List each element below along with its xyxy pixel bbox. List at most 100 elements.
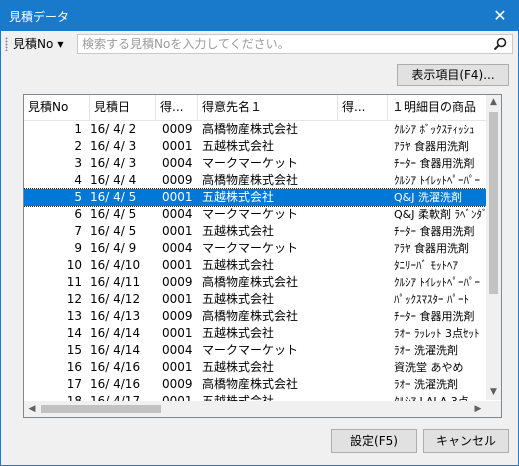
cell-date: 16/ 4/16 xyxy=(90,377,141,391)
cell-customer-code2 xyxy=(342,121,390,138)
table-row[interactable]: 3 16/ 4/ 3 0004 マークマーケット ﾁｰﾀｰ 食器用洗剤 xyxy=(24,155,486,172)
close-icon[interactable]: ✕ xyxy=(482,1,518,31)
cell-date: 16/ 4/ 5 xyxy=(90,224,137,238)
cell-customer-name: マークマーケット xyxy=(202,207,299,221)
table-row[interactable]: 14 16/ 4/14 0001 五越株式会社 ﾗｵｰ ﾗｯﾚｯﾄ 3点ｾｯﾄ xyxy=(24,325,486,342)
ok-button[interactable]: 設定(F5) xyxy=(331,429,417,453)
display-columns-button[interactable]: 表示項目(F4)... xyxy=(397,64,509,86)
cell-customer-code: 0004 xyxy=(162,241,193,255)
cell-customer-code2 xyxy=(342,189,390,206)
table-row[interactable]: 6 16/ 4/ 5 0004 マークマーケット Q&J 柔軟剤 ﾗﾍﾞﾝﾀﾞｰ xyxy=(24,206,486,223)
search-icon[interactable] xyxy=(492,36,508,52)
column-header-name[interactable]: 得意先名１ xyxy=(198,95,338,120)
cell-date: 16/ 4/14 xyxy=(90,343,141,357)
cell-first-item: Q&J 洗濯洗剤 xyxy=(394,191,462,204)
cell-customer-code2 xyxy=(342,342,390,359)
cell-customer-code2 xyxy=(342,376,390,393)
search-box xyxy=(77,34,513,54)
cell-date: 16/ 4/16 xyxy=(90,360,141,374)
cell-no: 1 xyxy=(74,122,82,136)
cell-no: 14 xyxy=(66,326,82,340)
table-row[interactable]: 2 16/ 4/ 3 0001 五越株式会社 ｱﾗﾔ 食器用洗剤 xyxy=(24,138,486,155)
cell-date: 16/ 4/10 xyxy=(90,258,141,272)
scroll-left-icon[interactable]: ◀ xyxy=(24,401,40,417)
cell-customer-name: マークマーケット xyxy=(202,241,299,255)
cell-customer-name: マークマーケット xyxy=(202,156,299,170)
cell-no: 11 xyxy=(66,275,82,289)
chevron-down-icon: ▼ xyxy=(57,39,64,49)
vertical-scroll-thumb[interactable] xyxy=(489,112,498,294)
cell-no: 3 xyxy=(74,156,82,170)
cell-customer-name: 高橋物産株式会社 xyxy=(202,275,299,289)
cell-date: 16/ 4/13 xyxy=(90,309,141,323)
estimate-list[interactable]: 見積No 見積日 得... 得意先名１ 得... １明細目の商品 1 16/ 4/… xyxy=(23,94,502,418)
search-input[interactable] xyxy=(78,35,486,53)
cell-no: 4 xyxy=(74,173,82,187)
cell-first-item: ﾁｰﾀｰ 食器用洗剤 xyxy=(394,225,475,238)
table-row[interactable]: 15 16/ 4/14 0004 マークマーケット ﾗｵｰ 洗濯洗剤 xyxy=(24,342,486,359)
table-row[interactable]: 16 16/ 4/16 0001 五越株式会社 資洗堂 あやめ xyxy=(24,359,486,376)
cell-no: 13 xyxy=(66,309,82,323)
scroll-up-icon[interactable]: ▲ xyxy=(486,95,501,110)
cell-customer-code: 0001 xyxy=(162,190,193,204)
cell-date: 16/ 4/ 2 xyxy=(90,122,137,136)
table-row[interactable]: 9 16/ 4/ 9 0004 マークマーケット ｱﾗﾔ 食器用洗剤 xyxy=(24,240,486,257)
cell-customer-code: 0009 xyxy=(162,173,193,187)
column-header-date[interactable]: 見積日 xyxy=(90,95,156,120)
table-row[interactable]: 11 16/ 4/11 0009 高橋物産株式会社 ｸﾙｼｱ ﾄｲﾚｯﾄﾍﾟｰﾊﾟｰ xyxy=(24,274,486,291)
window-title: 見積データ xyxy=(9,10,70,24)
scroll-right-icon[interactable]: ▶ xyxy=(470,401,486,417)
cell-first-item: ﾀﾆﾘｰﾊﾞ ﾓｯﾄﾍｱ xyxy=(394,259,458,272)
cell-first-item: ﾁｰﾀｰ 食器用洗剤 xyxy=(394,310,475,323)
cell-customer-name: 五越株式会社 xyxy=(202,224,275,238)
cell-first-item: ｸﾙｼｱ ﾄｲﾚｯﾄﾍﾟｰﾊﾟｰ xyxy=(394,174,480,187)
toolbar-grip-icon[interactable] xyxy=(5,37,8,51)
column-header-code[interactable]: 得... xyxy=(156,95,198,120)
cell-customer-code2 xyxy=(342,274,390,291)
cell-date: 16/ 4/ 9 xyxy=(90,241,137,255)
cancel-button[interactable]: キャンセル xyxy=(423,429,509,453)
cell-first-item: ﾁｰﾀｰ 食器用洗剤 xyxy=(394,157,475,170)
table-row[interactable]: 10 16/ 4/10 0001 五越株式会社 ﾀﾆﾘｰﾊﾞ ﾓｯﾄﾍｱ xyxy=(24,257,486,274)
horizontal-scroll-thumb[interactable] xyxy=(41,405,161,413)
cell-customer-code: 0004 xyxy=(162,207,193,221)
search-field-dropdown[interactable]: 見積No ▼ xyxy=(13,35,63,53)
cell-customer-code2 xyxy=(342,359,390,376)
table-row[interactable]: 17 16/ 4/16 0009 高橋物産株式会社 ﾗｵｰ 洗濯洗剤 xyxy=(24,376,486,393)
table-row[interactable]: 12 16/ 4/12 0001 五越株式会社 ﾊﾟｯｸｽﾏｽﾀｰ ﾊﾟｰﾄ xyxy=(24,291,486,308)
vertical-scrollbar[interactable]: ▲ ▼ xyxy=(486,95,501,400)
table-row[interactable]: 1 16/ 4/ 2 0009 高橋物産株式会社 ｸﾙｼｱ ﾎﾞｯｸｽﾃｨｯｼｭ xyxy=(24,121,486,138)
cell-no: 16 xyxy=(66,360,82,374)
table-row[interactable]: 13 16/ 4/13 0009 高橋物産株式会社 ﾁｰﾀｰ 食器用洗剤 xyxy=(24,308,486,325)
cell-no: 12 xyxy=(66,292,82,306)
cell-customer-name: 高橋物産株式会社 xyxy=(202,377,299,391)
horizontal-scrollbar[interactable]: ◀ ▶ xyxy=(24,401,486,417)
cell-customer-code2 xyxy=(342,206,390,223)
cell-first-item: ﾗｵｰ 洗濯洗剤 xyxy=(394,344,458,357)
cell-no: 17 xyxy=(66,377,82,391)
cell-customer-name: 高橋物産株式会社 xyxy=(202,173,299,187)
cell-date: 16/ 4/ 4 xyxy=(90,173,137,187)
cell-customer-code: 0001 xyxy=(162,326,193,340)
column-header-item[interactable]: １明細目の商品 xyxy=(388,95,486,120)
cell-customer-code: 0001 xyxy=(162,258,193,272)
table-row[interactable]: 7 16/ 4/ 5 0001 五越株式会社 ﾁｰﾀｰ 食器用洗剤 xyxy=(24,223,486,240)
cell-customer-code: 0004 xyxy=(162,156,193,170)
cell-customer-code2 xyxy=(342,308,390,325)
cell-customer-name: 五越株式会社 xyxy=(202,258,275,272)
table-row[interactable]: 5 16/ 4/ 5 0001 五越株式会社 Q&J 洗濯洗剤 xyxy=(24,188,487,207)
cell-first-item: ﾗｵｰ 洗濯洗剤 xyxy=(394,378,458,391)
table-row[interactable]: 4 16/ 4/ 4 0009 高橋物産株式会社 ｸﾙｼｱ ﾄｲﾚｯﾄﾍﾟｰﾊﾟｰ xyxy=(24,172,486,189)
cell-date: 16/ 4/ 3 xyxy=(90,156,137,170)
cell-first-item: ﾊﾟｯｸｽﾏｽﾀｰ ﾊﾟｰﾄ xyxy=(394,293,469,306)
column-header-code2[interactable]: 得... xyxy=(338,95,388,120)
scroll-down-icon[interactable]: ▼ xyxy=(486,385,501,400)
cell-date: 16/ 4/ 3 xyxy=(90,139,137,153)
search-toolbar: 見積No ▼ xyxy=(1,31,518,57)
cell-no: 2 xyxy=(74,139,82,153)
title-bar[interactable]: 見積データ ✕ xyxy=(1,1,518,31)
cell-customer-code: 0001 xyxy=(162,360,193,374)
column-header-no[interactable]: 見積No xyxy=(24,95,90,120)
cell-customer-code: 0009 xyxy=(162,377,193,391)
cell-first-item: ﾗｵｰ ﾗｯﾚｯﾄ 3点ｾｯﾄ xyxy=(394,327,480,340)
